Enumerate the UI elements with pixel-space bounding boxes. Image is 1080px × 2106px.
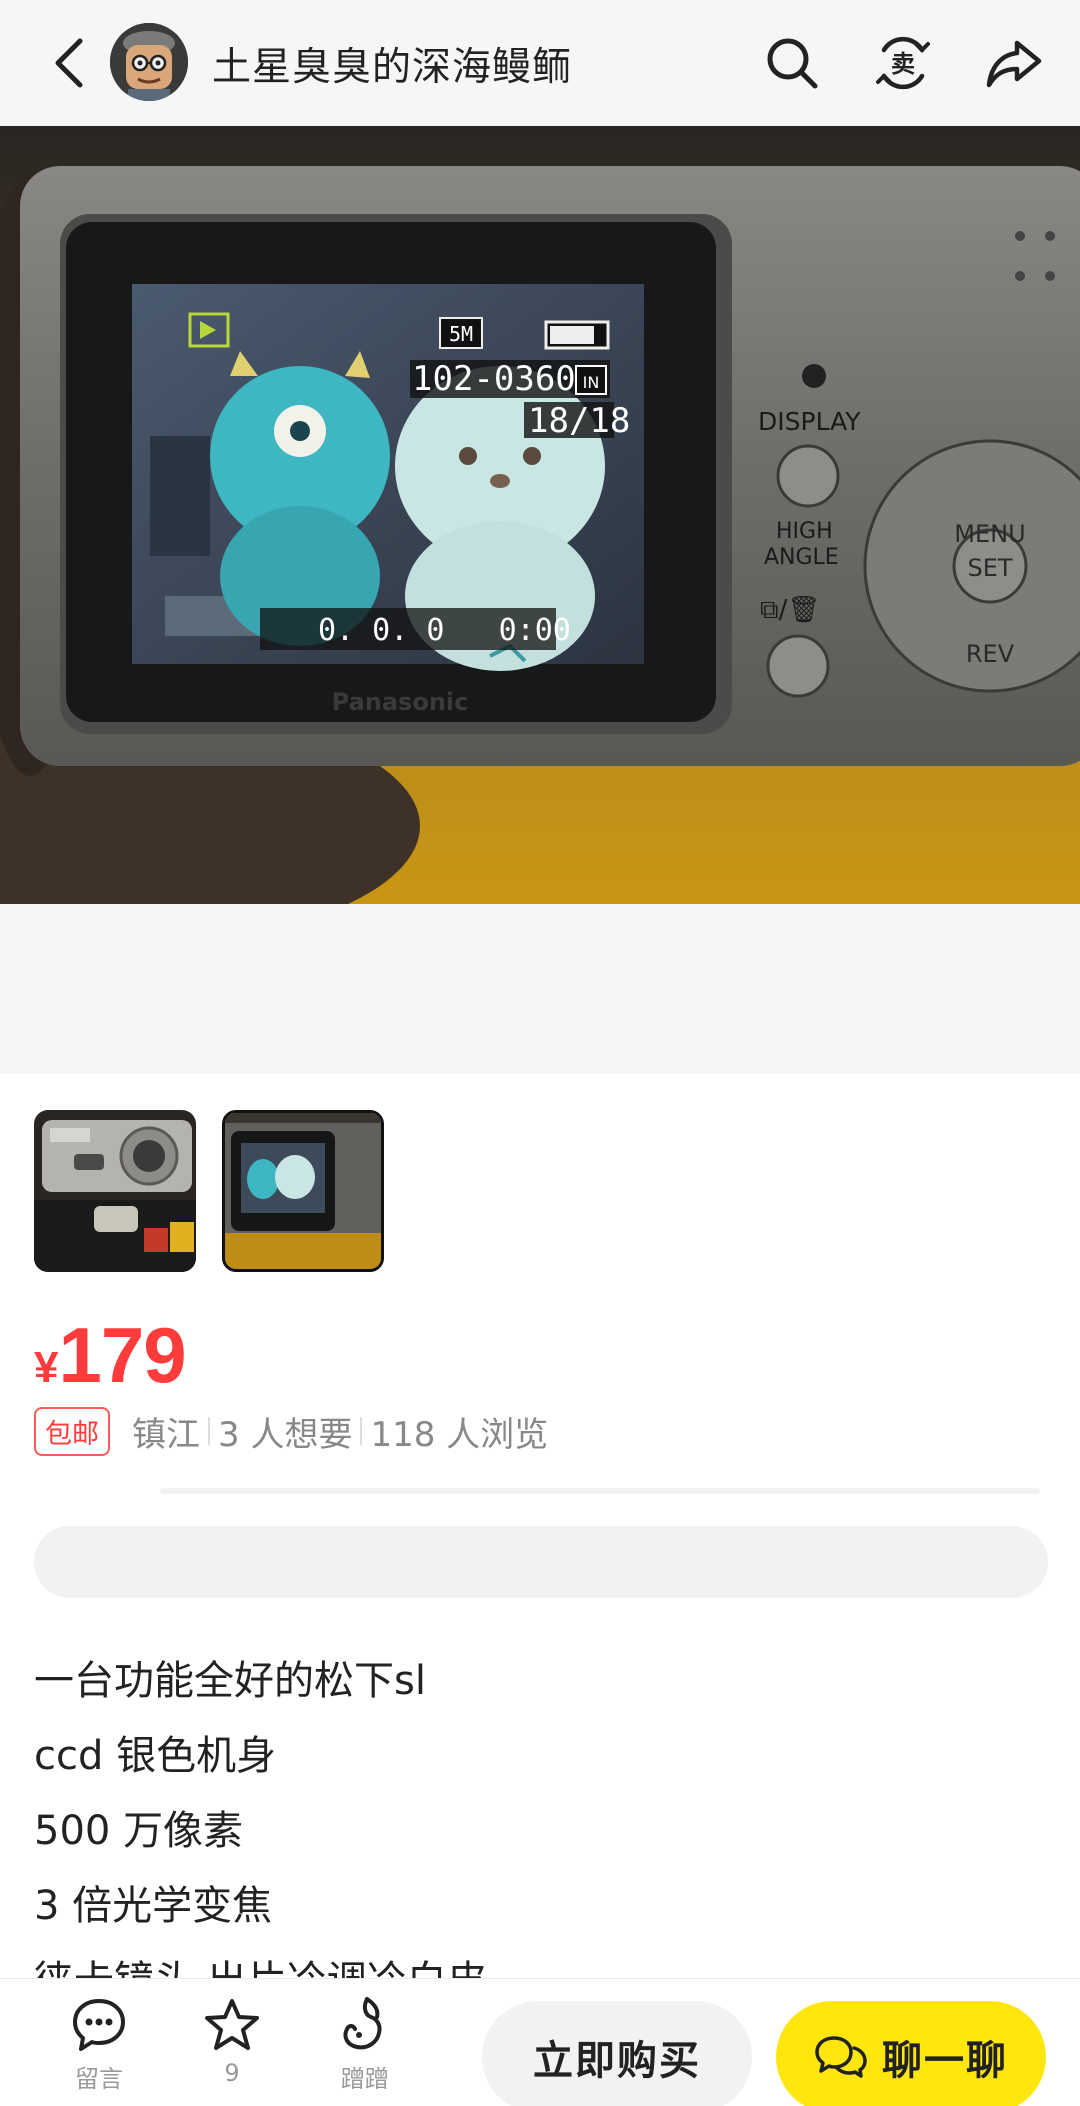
- rev-label: REV: [966, 640, 1015, 668]
- product-meta: 包邮 镇江 3 人想要 118 人浏览: [34, 1406, 549, 1456]
- high-label: HIGH: [776, 519, 833, 544]
- price: ¥179: [34, 1310, 187, 1401]
- sell-button[interactable]: 卖: [868, 28, 938, 98]
- comment-button[interactable]: 留言: [54, 1993, 144, 2106]
- info-placeholder-bar: [34, 1526, 1048, 1598]
- lcd-counter: 18/18: [528, 401, 630, 441]
- lcd-resolution: 5M: [449, 322, 473, 346]
- sell-icon: 卖: [876, 36, 930, 90]
- wants-count: 3 人想要: [218, 1414, 353, 1455]
- back-button[interactable]: [44, 30, 94, 96]
- lcd-memory-label: IN: [583, 373, 600, 392]
- nudge-label: 蹭蹭: [341, 2065, 389, 2093]
- description-line: 一台功能全好的松下sl: [34, 1658, 426, 1704]
- search-button[interactable]: [757, 28, 827, 98]
- lcd-date-time: 0. 0. 0 0:00: [318, 613, 571, 648]
- product-description: 一台功能全好的松下sl ccd 银色机身 500 万像素 3 倍光学变焦 徕卡镜…: [34, 1644, 1044, 2019]
- search-icon: [767, 38, 818, 89]
- seller-avatar[interactable]: [110, 23, 188, 101]
- nudge-button[interactable]: 蹭蹭: [320, 1993, 410, 2106]
- bottom-action-bar: 留言 9 蹭蹭 立即购买 聊一聊: [0, 1978, 1080, 2106]
- buy-now-button[interactable]: 立即购买: [482, 2001, 752, 2106]
- share-icon: [986, 40, 1042, 88]
- divider: [160, 1488, 1040, 1494]
- buy-now-label: 立即购买: [533, 2038, 701, 2084]
- back-icon: [55, 38, 83, 88]
- price-currency: ¥: [34, 1343, 59, 1392]
- share-button[interactable]: [979, 28, 1049, 98]
- star-icon: [205, 1999, 259, 2050]
- nudge-icon: [343, 1997, 382, 2050]
- angle-label: ANGLE: [764, 545, 839, 570]
- display-label: DISPLAY: [758, 407, 861, 436]
- photo-padding: [0, 904, 1080, 1074]
- favorite-button[interactable]: 9: [187, 1993, 277, 2106]
- top-bar: 土星臭臭的深海鳗鲕 卖: [0, 0, 1080, 126]
- seller-name[interactable]: 土星臭臭的深海鳗鲕: [212, 36, 572, 92]
- views-count: 118 人浏览: [370, 1414, 549, 1455]
- divider: [208, 1417, 210, 1445]
- free-shipping-badge: 包邮: [34, 1406, 110, 1456]
- set-label: SET: [967, 554, 1012, 582]
- divider: [360, 1417, 363, 1445]
- chat-label: 聊一聊: [882, 2038, 1008, 2084]
- menu-label: MENU: [954, 520, 1025, 548]
- thumbnail-1[interactable]: [34, 1110, 196, 1272]
- location: 镇江: [132, 1414, 200, 1455]
- svg-text:⧉/🗑: ⧉/🗑: [760, 595, 820, 625]
- chat-icon: [815, 2036, 867, 2078]
- description-line: 500 万像素: [34, 1808, 244, 1854]
- thumbnail-2[interactable]: [222, 1110, 384, 1272]
- comment-label: 留言: [75, 2065, 123, 2093]
- description-line: 3 倍光学变焦: [34, 1883, 273, 1929]
- svg-text:卖: 卖: [891, 50, 915, 78]
- camera-brand: Panasonic: [332, 688, 469, 716]
- main-product-photo[interactable]: 5M 102-0360 IN 18/18 0. 0. 0 0:00 Panaso…: [0, 126, 1080, 904]
- description-line: ccd 银色机身: [34, 1733, 277, 1779]
- lcd-file-number: 102-0360: [412, 359, 576, 399]
- chat-button[interactable]: 聊一聊: [776, 2001, 1046, 2106]
- price-amount: 179: [58, 1311, 186, 1399]
- favorite-count: 9: [224, 2059, 240, 2087]
- comment-icon: [73, 1999, 125, 2051]
